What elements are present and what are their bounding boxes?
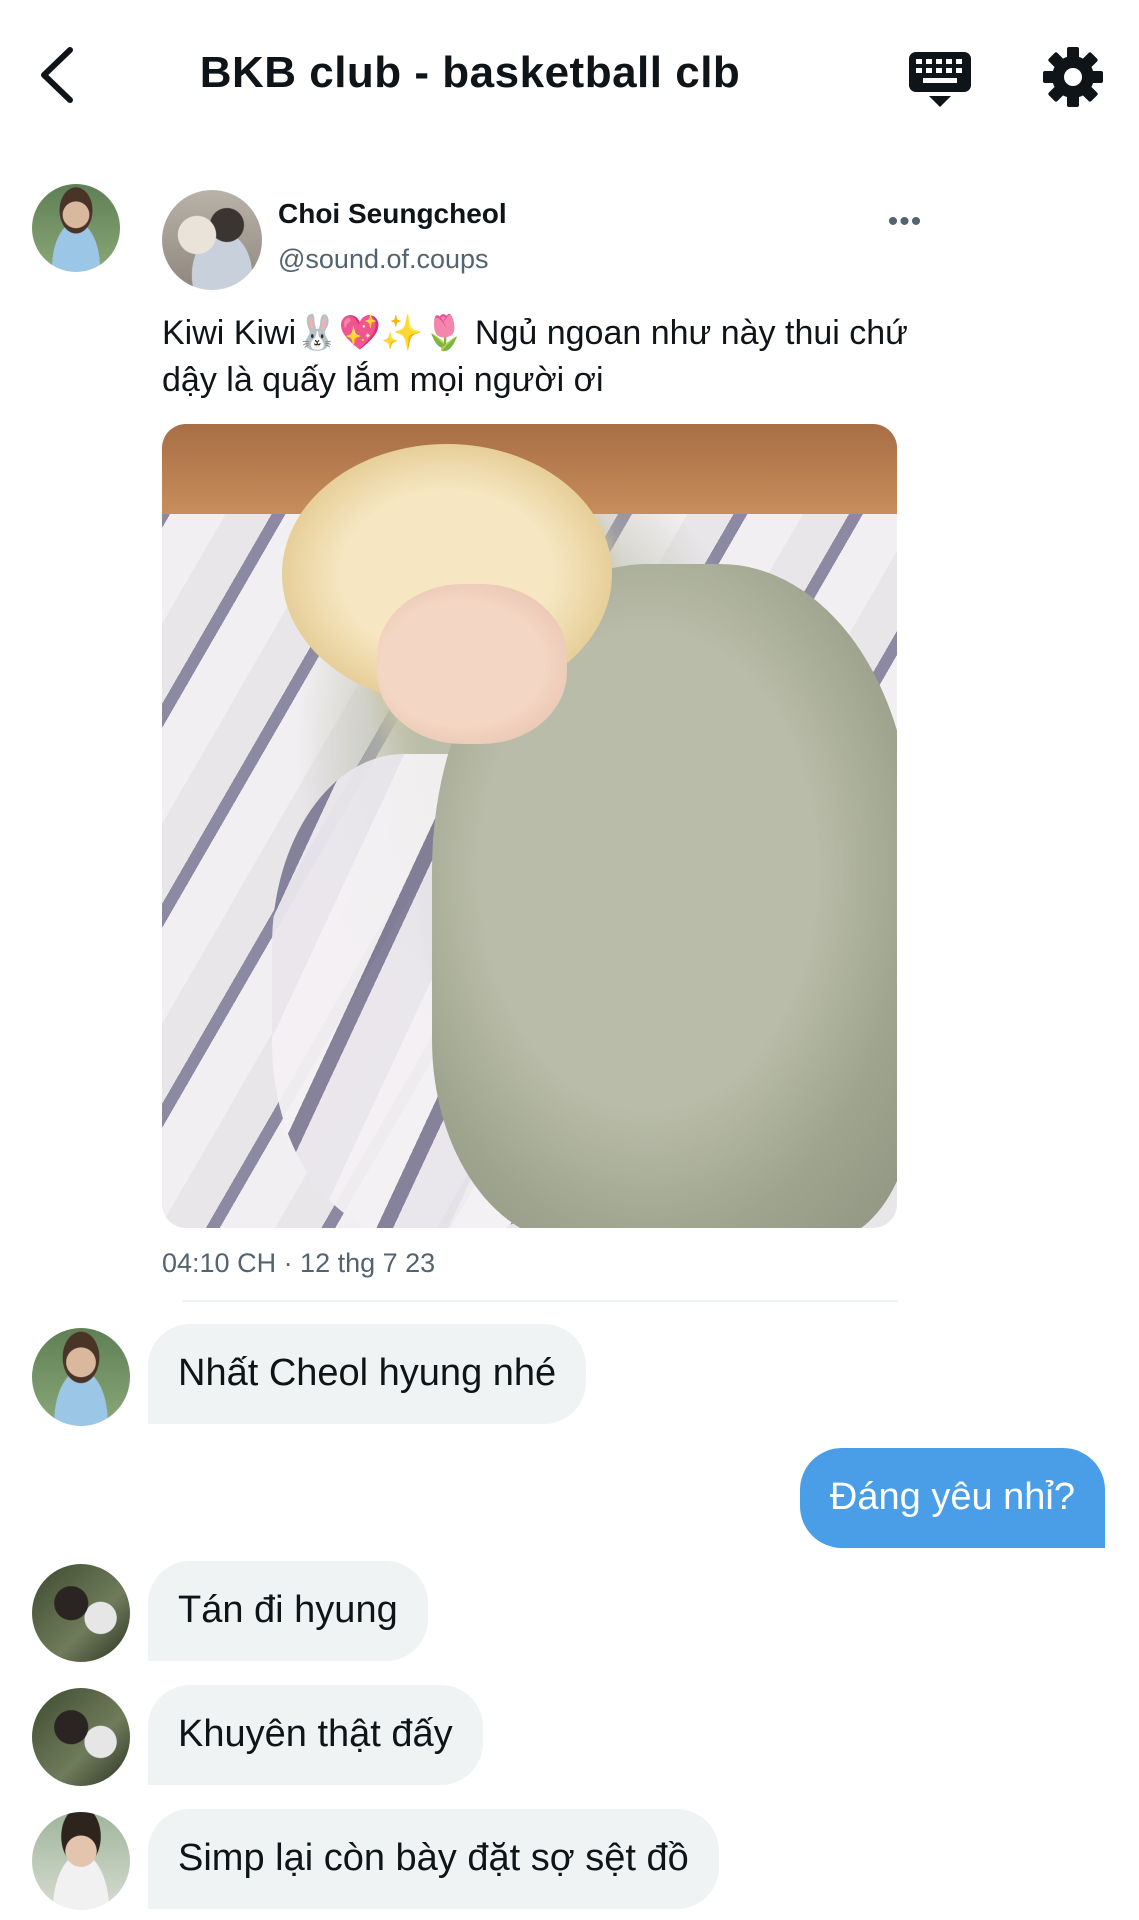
sender-avatar[interactable]	[32, 1564, 130, 1662]
conversation-title: BKB club - basketball clb	[199, 48, 741, 97]
message-bubble-outgoing[interactable]: Đáng yêu nhỉ?	[799, 1448, 1105, 1548]
tweet-text: Kiwi Kiwi🐰💖✨🌷 Ngủ ngoan như này thui chứ…	[162, 314, 908, 399]
back-button[interactable]	[30, 40, 90, 110]
photo-face	[377, 584, 567, 744]
keyboard-button[interactable]	[905, 50, 975, 110]
tweet-author-avatar[interactable]	[162, 190, 262, 290]
back-chevron-icon	[41, 47, 73, 103]
sender-avatar[interactable]	[32, 184, 120, 272]
tweet-author-handle[interactable]: @sound.of.coups	[278, 244, 489, 275]
more-options-button[interactable]: •••	[880, 205, 930, 238]
sender-avatar[interactable]	[32, 1812, 130, 1910]
gear-icon	[1043, 47, 1103, 107]
top-bar: BKB club - basketball clb	[0, 0, 1139, 150]
settings-button[interactable]	[1040, 44, 1106, 110]
message-bubble-incoming[interactable]: Tán đi hyung	[148, 1561, 428, 1661]
message-bubble-incoming[interactable]: Simp lại còn bày đặt sợ sệt đồ	[148, 1809, 719, 1909]
tweet-photo[interactable]	[162, 424, 897, 1228]
sender-avatar[interactable]	[32, 1688, 130, 1786]
sender-avatar[interactable]	[32, 1328, 130, 1426]
tweet-timestamp: 04:10 CH · 12 thg 7 23	[162, 1248, 436, 1278]
tweet-author-name[interactable]: Choi Seungcheol	[278, 198, 507, 230]
divider	[182, 1300, 898, 1302]
message-bubble-incoming[interactable]: Khuyên thật đấy	[148, 1685, 483, 1785]
message-bubble-incoming[interactable]: Nhất Cheol hyung nhé	[148, 1324, 587, 1424]
keyboard-icon	[909, 52, 971, 107]
